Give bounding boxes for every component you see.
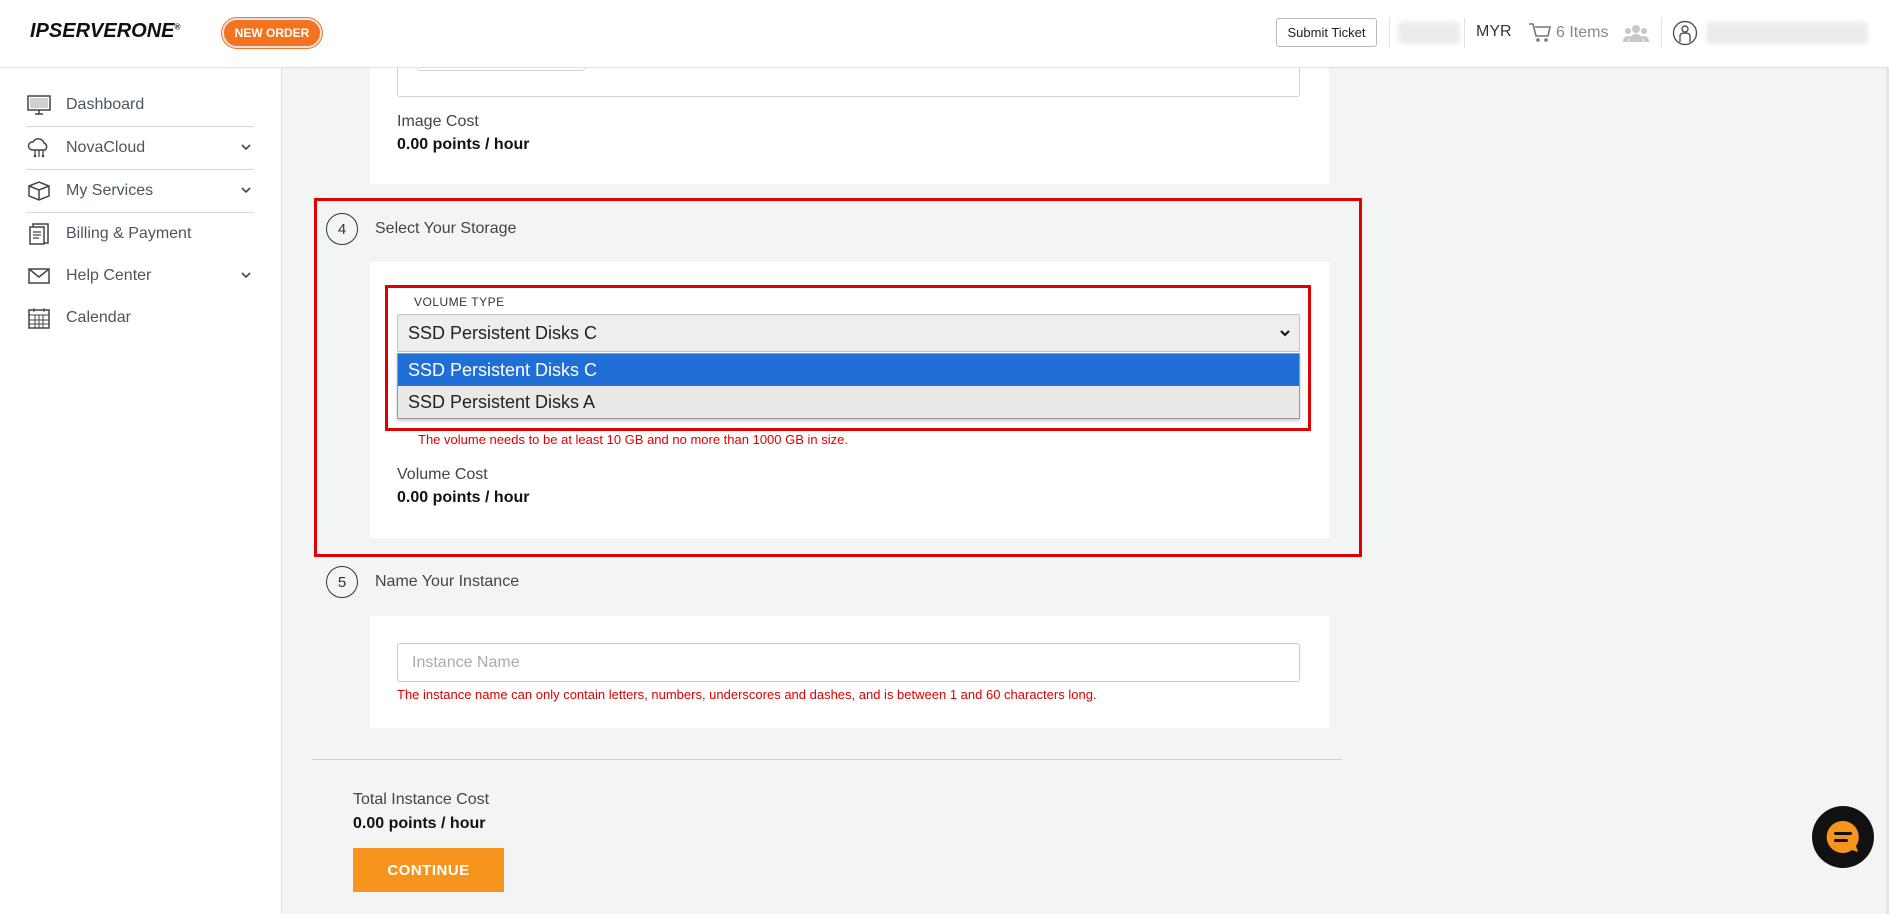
continue-button[interactable]: CONTINUE xyxy=(353,848,504,892)
sidebar-item-calendar[interactable]: Calendar xyxy=(26,297,254,339)
sidebar-item-dashboard[interactable]: Dashboard xyxy=(26,84,254,126)
balance-redacted xyxy=(1398,22,1460,44)
sidebar-item-label: Billing & Payment xyxy=(66,225,192,242)
step-number-badge: 5 xyxy=(326,566,358,598)
header-divider xyxy=(1389,18,1390,48)
cart-icon xyxy=(1529,23,1551,42)
cart-count-label: 6 Items xyxy=(1556,24,1609,41)
sidebar-item-my-services[interactable]: My Services xyxy=(26,170,254,212)
chat-icon xyxy=(1826,820,1859,853)
chevron-down-icon xyxy=(241,187,251,194)
box-icon xyxy=(26,180,52,202)
section-divider xyxy=(312,759,1342,760)
monitor-icon xyxy=(26,94,52,116)
invoice-icon xyxy=(26,223,52,245)
image-selector-field[interactable] xyxy=(397,68,1300,97)
sidebar-item-novacloud[interactable]: NovaCloud xyxy=(26,127,254,169)
currency-selector[interactable]: MYR xyxy=(1476,23,1512,41)
calendar-icon xyxy=(26,307,52,329)
chat-widget-button[interactable] xyxy=(1812,806,1874,868)
image-cost-label: Image Cost xyxy=(397,113,479,130)
username-redacted xyxy=(1706,22,1868,44)
total-cost-value: 0.00 points / hour xyxy=(353,815,486,832)
total-cost-label: Total Instance Cost xyxy=(353,791,490,808)
name-section-title: Name Your Instance xyxy=(375,573,520,590)
sidebar-item-label: My Services xyxy=(66,182,154,199)
image-cost-value: 0.00 points / hour xyxy=(397,136,530,153)
instance-name-error: The instance name can only contain lette… xyxy=(397,687,1097,702)
new-order-button[interactable]: NEW ORDER xyxy=(222,18,322,48)
sidebar-item-label: NovaCloud xyxy=(66,139,146,156)
top-header: IPSERVERONE® NEW ORDER Submit Ticket MYR… xyxy=(0,0,1889,68)
users-icon[interactable] xyxy=(1623,22,1649,44)
cloud-icon xyxy=(26,137,52,159)
submit-ticket-button[interactable]: Submit Ticket xyxy=(1276,18,1377,47)
highlight-volume-type xyxy=(385,285,1311,431)
header-divider xyxy=(1661,18,1662,48)
sidebar-item-label: Dashboard xyxy=(66,96,145,113)
sidebar: Dashboard NovaCloud My Services Billing … xyxy=(0,68,282,914)
header-divider xyxy=(1464,18,1465,48)
sidebar-item-label: Help Center xyxy=(66,267,152,284)
account-icon[interactable] xyxy=(1672,20,1698,46)
sidebar-item-label: Calendar xyxy=(66,309,131,326)
cart-button[interactable]: 6 Items xyxy=(1528,22,1608,44)
sidebar-item-help-center[interactable]: Help Center xyxy=(26,255,254,297)
envelope-icon xyxy=(26,265,52,287)
instance-name-input[interactable]: Instance Name xyxy=(397,643,1300,682)
image-option-chip[interactable] xyxy=(417,68,585,71)
sidebar-item-billing[interactable]: Billing & Payment xyxy=(26,213,254,255)
chevron-down-icon xyxy=(241,144,251,151)
company-logo[interactable]: IPSERVERONE® xyxy=(30,20,180,43)
chevron-down-icon xyxy=(241,272,251,279)
